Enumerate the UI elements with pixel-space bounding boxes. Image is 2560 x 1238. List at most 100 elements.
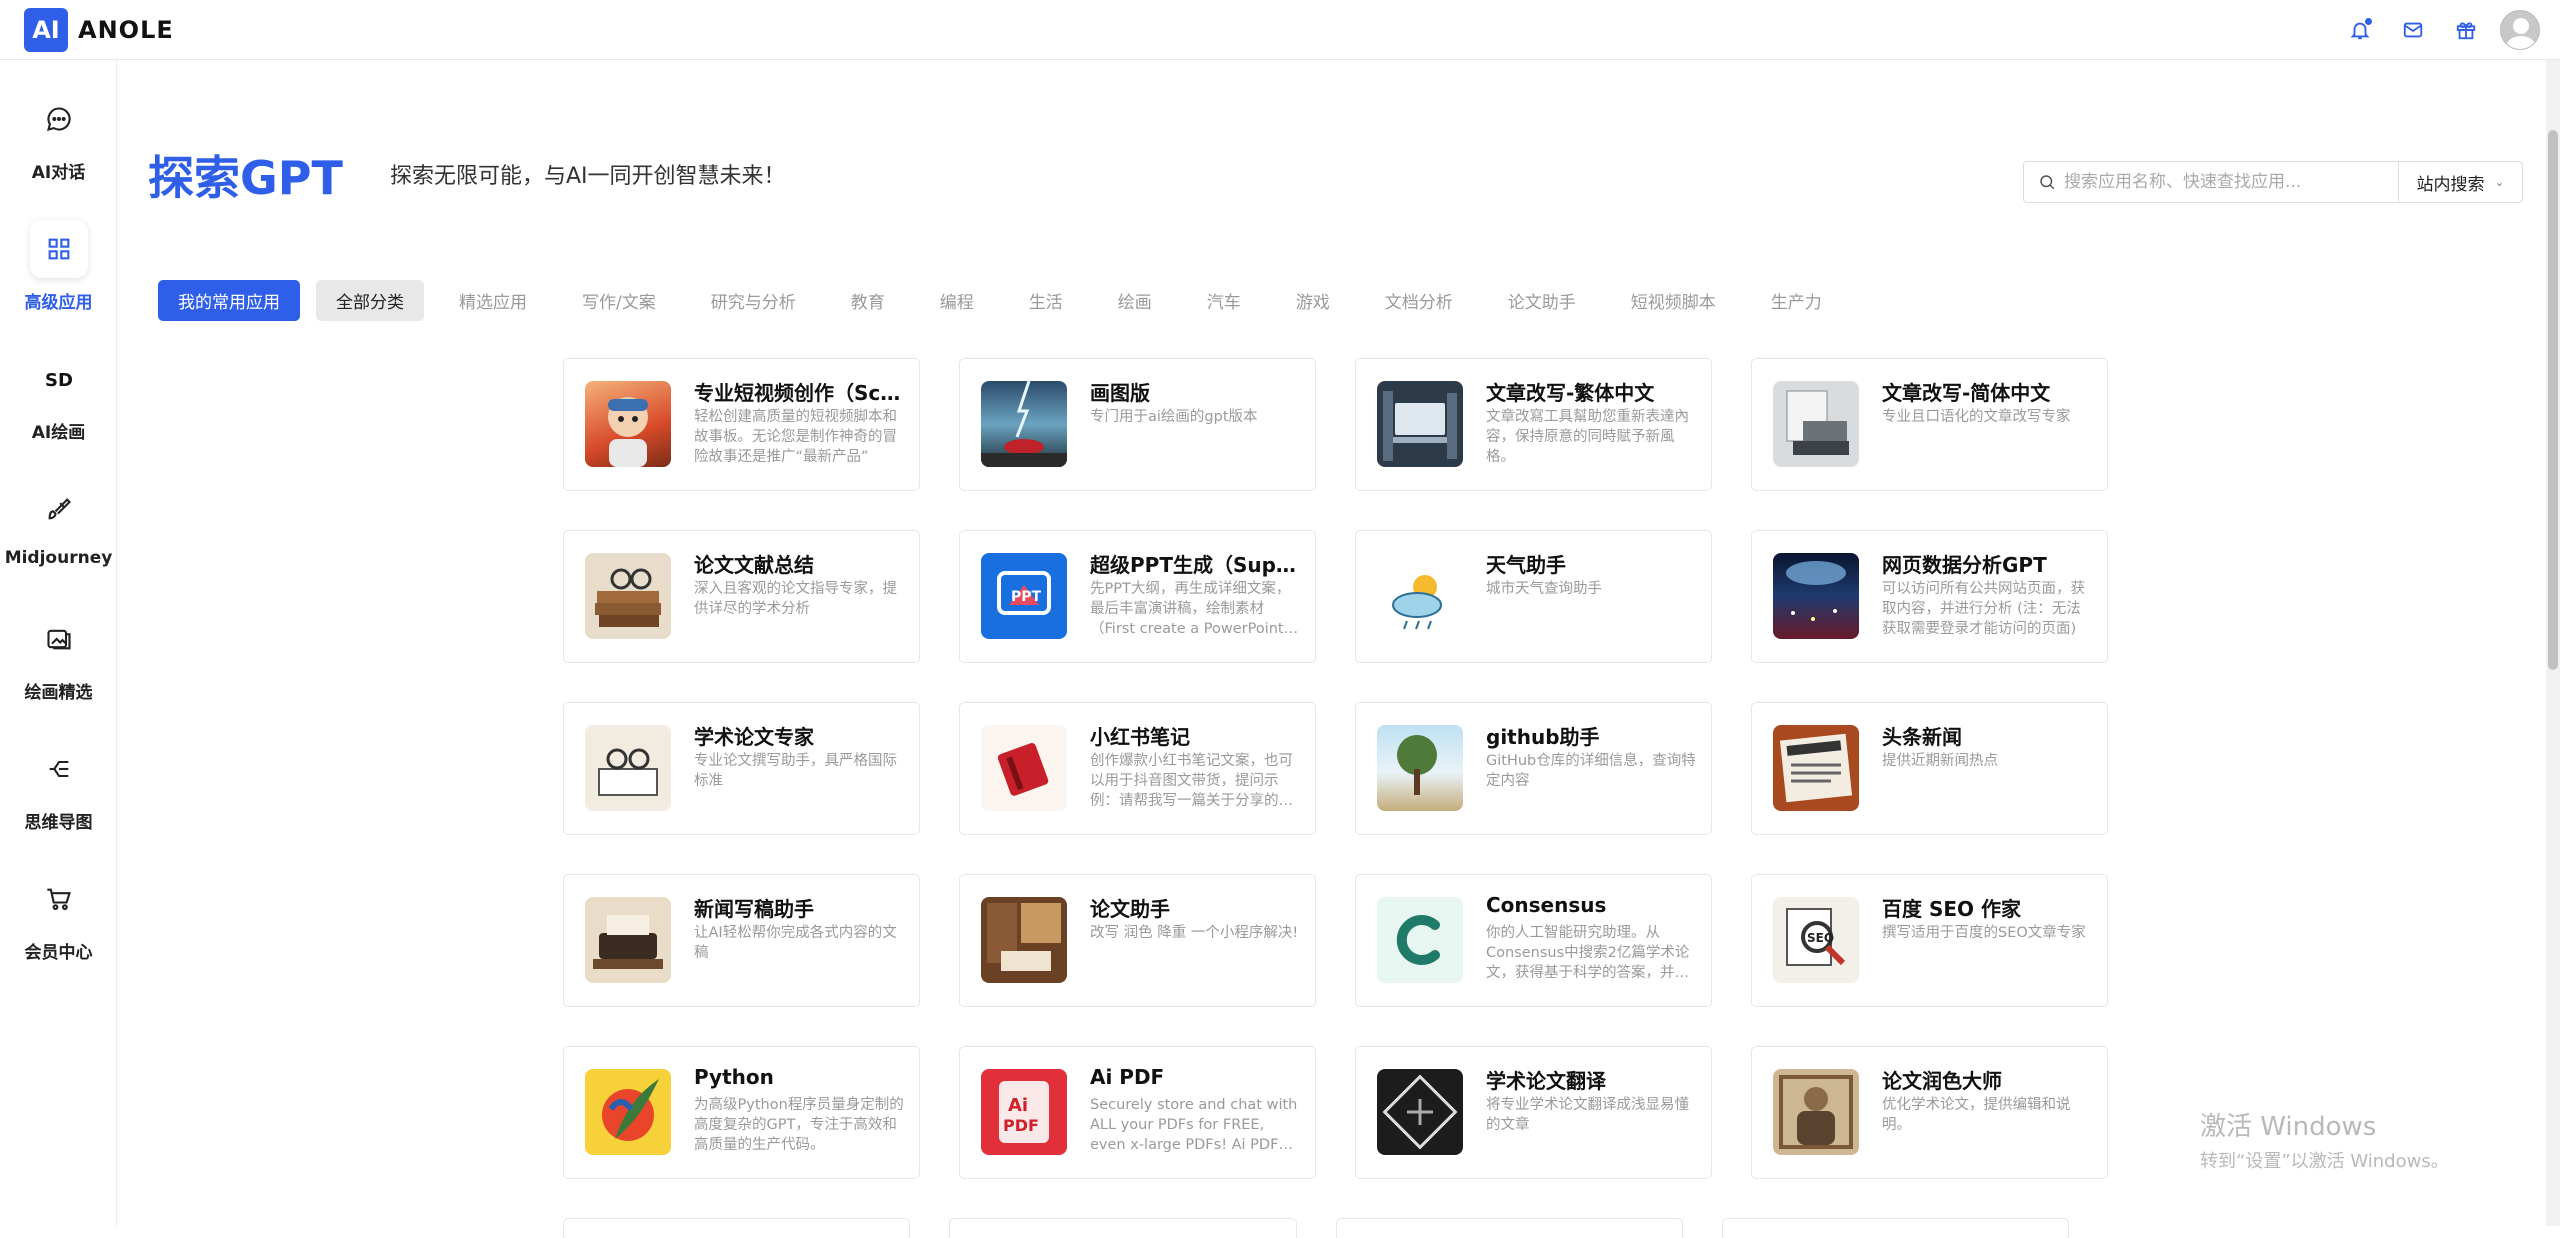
app-card[interactable]: 学术论文专家 专业论文撰写助手，具严格国际标准 [563,702,920,835]
tab-writing[interactable]: 写作/文案 [582,288,656,313]
app-card[interactable]: github助手 GitHub仓库的详细信息，查询特定内容 [1355,702,1712,835]
app-title: 专业短视频创作（Script Writer） [694,381,906,405]
app-card[interactable]: Ai PDF Ai PDF Securely store and chat wit… [959,1046,1316,1179]
app-card[interactable]: PPT 超级PPT生成（Super PPT） 先PPT大纲，再生成详细文案，最后… [959,530,1316,663]
app-description: 改写 润色 降重 一个小程序解决! [1090,925,1299,941]
tab-painting[interactable]: 绘画 [1118,288,1152,313]
tab-paper-assistant[interactable]: 论文助手 [1508,288,1576,313]
gift-icon[interactable] [2446,10,2486,50]
app-description: 为高级Python程序员量身定制的高度复杂的GPT，专注于高效和高质量的生产代码… [694,1097,904,1153]
tab-my-frequent[interactable]: 我的常用应用 [158,280,300,321]
tab-life[interactable]: 生活 [1029,288,1063,313]
sidebar-item-member-center[interactable]: 会员中心 [0,870,117,980]
app-thumbnail [981,725,1067,811]
app-card[interactable]: 画图版 专门用于ai绘画的gpt版本 [959,358,1316,491]
svg-text:PPT: PPT [1011,589,1042,605]
sidebar-item-mindmap[interactable]: 思维导图 [0,740,117,850]
page-title: 探索GPT [148,151,343,205]
app-description: 撰写适用于百度的SEO文章专家 [1882,925,2086,941]
app-card[interactable]: Consensus 你的人工智能研究助理。从Consensus中搜索2亿篇学术论… [1355,874,1712,1007]
app-card[interactable]: 文章改写-简体中文 专业且口语化的文章改写专家 [1751,358,2108,491]
app-thumbnail: SEO [1773,897,1859,983]
top-header: AI ANOLE [0,0,2560,60]
mail-icon[interactable] [2393,10,2433,50]
app-card[interactable]: 论文润色大师 优化学术论文，提供编辑和说明。 [1751,1046,2108,1179]
app-card[interactable]: 天气助手 城市天气查询助手 [1355,530,1712,663]
app-card[interactable]: 头条新闻 提供近期新闻热点 [1751,702,2108,835]
app-thumbnail [585,381,671,467]
tab-automotive[interactable]: 汽车 [1207,288,1241,313]
page-scrollbar[interactable] [2546,60,2560,1226]
app-description: 优化学术论文，提供编辑和说明。 [1882,1097,2071,1133]
sidebar-item-label: 绘画精选 [24,683,93,703]
tab-games[interactable]: 游戏 [1296,288,1330,313]
app-thumbnail [1773,553,1859,639]
app-thumbnail: Ai PDF [981,1069,1067,1155]
search-input[interactable] [2064,163,2384,201]
scrollbar-thumb[interactable] [2548,130,2558,670]
app-card[interactable]: 新闻写稿助手 让AI轻松帮你完成各式内容的文稿 [563,874,920,1007]
app-card[interactable]: 文章改写-繁体中文 文章改寫工具幫助您重新表達內容，保持原意的同時賦予新風格。 [1355,358,1712,491]
app-card[interactable] [1335,1218,1683,1238]
app-card[interactable]: 小红书笔记 创作爆款小红书笔记文案，也可以用于抖音图文带货，提问示例：请帮我写一… [959,702,1316,835]
app-title: 学术论文专家 [694,725,814,749]
tab-education[interactable]: 教育 [851,288,885,313]
app-description: 让AI轻松帮你完成各式内容的文稿 [694,925,897,961]
app-card[interactable] [563,1218,911,1238]
sidebar: AI对话 高级应用 SD AI绘画 Midjourney 绘画精选 思维导图 会… [0,60,117,1226]
app-thumbnail [585,1069,671,1155]
chat-bubble-icon [30,90,88,148]
search-scope-select[interactable]: 站内搜索 ⌄ [2398,162,2522,202]
tab-featured[interactable]: 精选应用 [459,288,527,313]
sidebar-item-painting-selection[interactable]: 绘画精选 [0,610,117,720]
tab-productivity[interactable]: 生产力 [1771,288,1822,313]
search-scope-label: 站内搜索 [2416,174,2485,195]
app-name: ANOLE [78,16,174,44]
bell-icon[interactable] [2340,10,2380,50]
app-title: 画图版 [1090,381,1150,405]
app-title: 小红书笔记 [1090,725,1190,749]
app-card[interactable]: Python 为高级Python程序员量身定制的高度复杂的GPT，专注于高效和高… [563,1046,920,1179]
grid-icon [29,220,88,278]
windows-activation-watermark: 激活 Windows 转到“设置”以激活 Windows。 [2200,1106,2449,1173]
app-description: 将专业学术论文翻译成浅显易懂的文章 [1486,1097,1689,1133]
app-title: 新闻写稿助手 [694,897,814,921]
app-card[interactable] [949,1218,1297,1238]
brush-icon [30,480,88,538]
avatar[interactable] [2500,10,2540,50]
tab-research[interactable]: 研究与分析 [711,288,796,313]
sidebar-item-midjourney[interactable]: Midjourney [0,480,117,590]
app-card[interactable] [1721,1218,2069,1238]
app-thumbnail: PPT [981,553,1067,639]
search-icon [2040,175,2055,190]
app-description: 专门用于ai绘画的gpt版本 [1090,409,1258,425]
logo[interactable]: AI ANOLE [24,8,174,52]
tab-short-video-script[interactable]: 短视频脚本 [1631,288,1716,313]
app-description: 提供近期新闻热点 [1882,753,1998,769]
category-tabs: 我的常用应用 全部分类 精选应用 写作/文案 研究与分析 教育 编程 生活 绘画… [158,280,1877,321]
app-card[interactable]: 论文助手 改写 润色 降重 一个小程序解决! [959,874,1316,1007]
sidebar-item-ai-chat[interactable]: AI对话 [0,90,117,200]
app-card[interactable]: 学术论文翻译 将专业学术论文翻译成浅显易懂的文章 [1355,1046,1712,1179]
app-description: 专业论文撰写助手，具严格国际标准 [694,753,897,789]
search-box: 站内搜索 ⌄ [2023,161,2523,203]
app-thumbnail [1377,381,1463,467]
tab-all-categories[interactable]: 全部分类 [316,280,424,321]
sd-logo-icon: SD [30,350,88,408]
mindmap-icon [30,740,88,798]
sidebar-item-label: AI对话 [31,163,86,183]
sidebar-item-ai-painting[interactable]: SD AI绘画 [0,350,117,460]
app-card[interactable]: SEO 百度 SEO 作家 撰写适用于百度的SEO文章专家 [1751,874,2108,1007]
tab-document-analysis[interactable]: 文档分析 [1385,288,1453,313]
app-description: 城市天气查询助手 [1486,581,1602,597]
app-card[interactable]: 专业短视频创作（Script Writer） 轻松创建高质量的短视频脚本和故事板… [563,358,920,491]
app-title: 文章改写-繁体中文 [1486,381,1655,405]
tab-programming[interactable]: 编程 [940,288,974,313]
app-card[interactable]: 网页数据分析GPT 可以访问所有公共网站页面，获取内容，并进行分析 (注：无法获… [1751,530,2108,663]
logo-mark: AI [24,8,68,52]
app-thumbnail [1773,1069,1859,1155]
watermark-line-2: 转到“设置”以激活 Windows。 [2200,1151,2449,1172]
app-card[interactable]: 论文文献总结 深入且客观的论文指导专家，提供详尽的学术分析 [563,530,920,663]
app-title: 天气助手 [1486,553,1566,577]
sidebar-item-advanced-apps[interactable]: 高级应用 [0,220,117,330]
